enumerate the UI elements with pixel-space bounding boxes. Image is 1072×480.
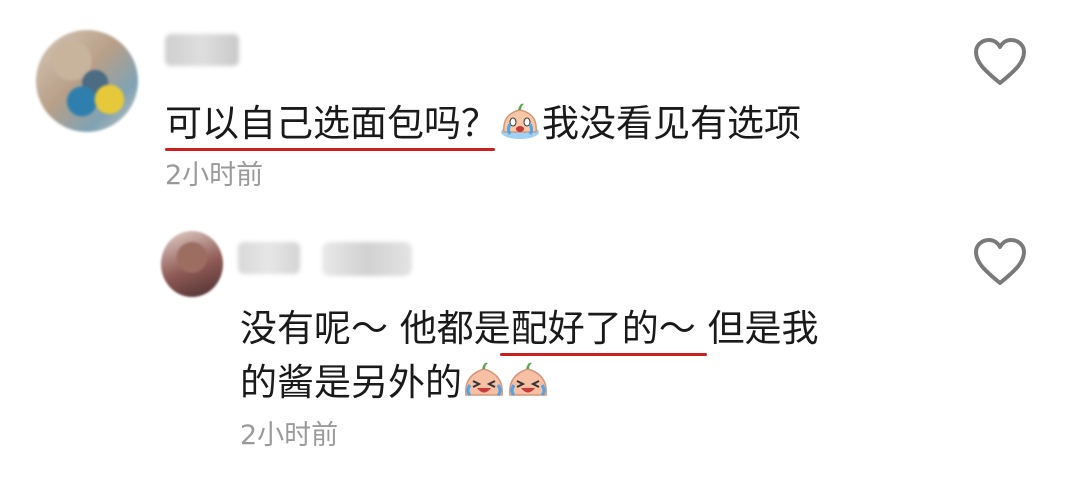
laughing-crying-bun-emoji: [465, 362, 503, 397]
reply-timestamp: 2小时前: [240, 420, 339, 451]
commenter-avatar[interactable]: [36, 30, 138, 132]
comment-text-part1: 可以自己选面包吗？: [165, 102, 498, 145]
heart-outline-icon[interactable]: [972, 236, 1028, 288]
laughing-crying-bun-emoji: [509, 362, 547, 397]
highlight-underline: [165, 148, 495, 151]
comment-text: 可以自己选面包吗？ 我没看见有选项: [165, 98, 801, 150]
reply-text-line2-content: 的酱是另外的: [240, 361, 462, 404]
reply-text-line1: 没有呢～ 他都是配好了的～ 但是我: [240, 307, 819, 350]
crying-bun-emoji: [501, 103, 539, 139]
replier-name-blurred[interactable]: [238, 242, 300, 274]
comment-timestamp: 2小时前: [165, 160, 264, 191]
commenter-name-blurred[interactable]: [165, 34, 239, 66]
comment-text-part2: 我没看见有选项: [542, 102, 801, 145]
replier-avatar[interactable]: [161, 231, 223, 297]
reply-text-line2: 的酱是另外的: [240, 357, 550, 409]
highlight-underline: [500, 353, 707, 356]
author-badge-blurred: [322, 242, 412, 276]
heart-outline-icon[interactable]: [972, 36, 1028, 88]
